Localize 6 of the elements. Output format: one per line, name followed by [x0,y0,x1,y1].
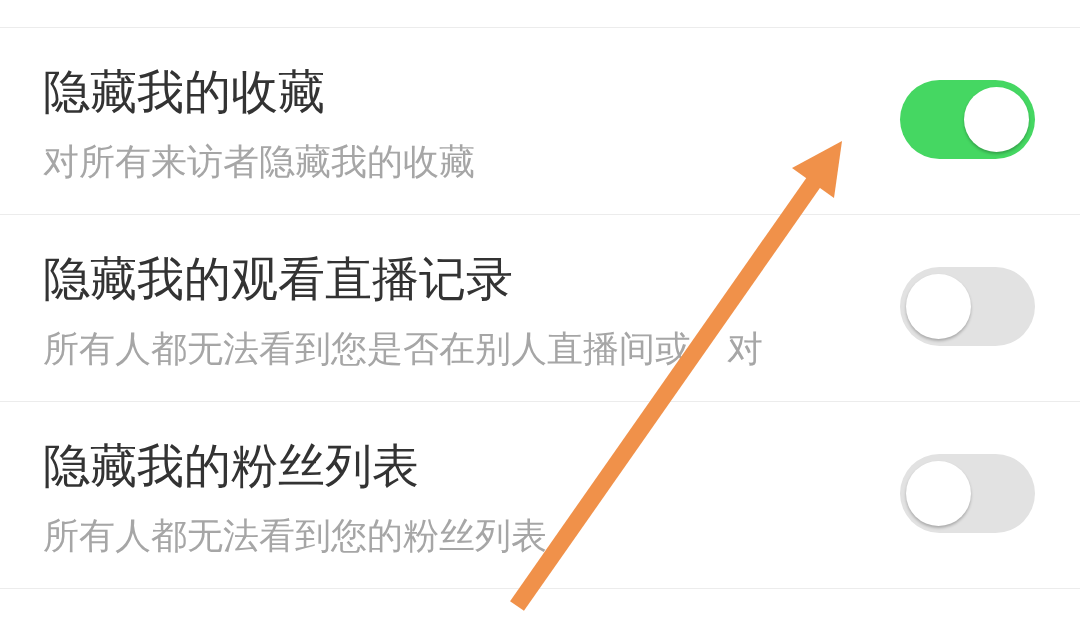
setting-title: 隐藏我的观看直播记录 [43,252,514,306]
setting-title: 隐藏我的粉丝列表 [43,439,420,493]
setting-title: 隐藏我的收藏 [43,65,326,119]
setting-description: 对 [727,328,763,370]
setting-description: 对所有来访者隐藏我的收藏 [43,141,475,183]
setting-description: 所有人都无法看到您的粉丝列表 [43,515,547,557]
